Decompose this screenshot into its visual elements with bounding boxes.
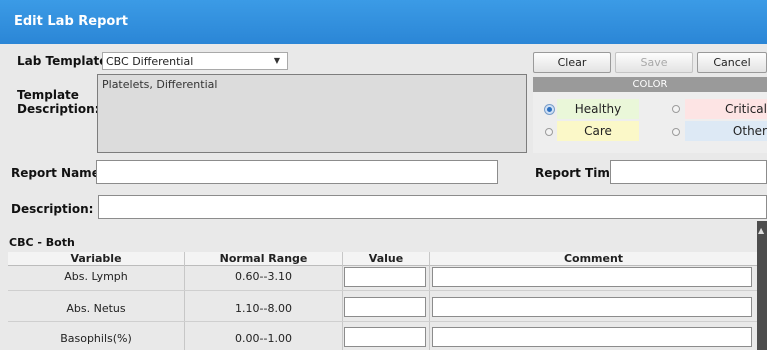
row-comment-input[interactable] bbox=[432, 267, 752, 287]
critical-radio[interactable] bbox=[672, 105, 680, 113]
template-description-label-2: Description: bbox=[17, 102, 100, 116]
report-time-input[interactable] bbox=[610, 160, 767, 184]
row-normal-range: 1.10--8.00 bbox=[235, 302, 292, 315]
row-comment-input[interactable] bbox=[432, 297, 752, 317]
lab-template-select[interactable]: CBC Differential ▼ bbox=[102, 52, 288, 70]
template-description-label-1: Template bbox=[17, 88, 79, 102]
description-label: Description: bbox=[11, 202, 94, 216]
row-variable: Abs. Netus bbox=[66, 302, 126, 315]
row-variable: Abs. Lymph bbox=[64, 270, 128, 283]
row-value-input[interactable] bbox=[344, 297, 426, 317]
row-value-input[interactable] bbox=[344, 267, 426, 287]
healthy-radio[interactable] bbox=[545, 105, 554, 114]
cancel-button[interactable]: Cancel bbox=[697, 52, 767, 73]
column-header-comment: Comment bbox=[430, 252, 757, 266]
care-swatch[interactable]: Care bbox=[557, 121, 639, 141]
template-description-value: Platelets, Differential bbox=[102, 78, 218, 91]
healthy-swatch[interactable]: Healthy bbox=[557, 99, 639, 119]
dialog-title-bar: Edit Lab Report bbox=[0, 0, 767, 44]
other-radio[interactable] bbox=[672, 128, 680, 136]
row-comment-input[interactable] bbox=[432, 327, 752, 347]
color-panel: COLOR Healthy Critical Care Other bbox=[533, 77, 767, 153]
lab-variables-table: Variable Normal Range Value Comment Abs.… bbox=[8, 252, 757, 350]
row-variable: Basophils(%) bbox=[60, 332, 132, 345]
other-swatch[interactable]: Other bbox=[685, 121, 767, 141]
column-header-variable: Variable bbox=[8, 252, 184, 266]
save-button[interactable]: Save bbox=[615, 52, 693, 73]
description-input[interactable] bbox=[98, 195, 767, 219]
report-name-label: Report Name: bbox=[11, 166, 105, 180]
scroll-up-icon[interactable]: ▲ bbox=[758, 226, 764, 235]
row-normal-range: 0.00--1.00 bbox=[235, 332, 292, 345]
section-title: CBC - Both bbox=[9, 236, 75, 249]
column-header-value: Value bbox=[343, 252, 429, 266]
report-name-input[interactable] bbox=[96, 160, 498, 184]
critical-swatch[interactable]: Critical bbox=[685, 99, 767, 119]
care-radio[interactable] bbox=[545, 128, 553, 136]
lab-template-label: Lab Template: bbox=[17, 54, 113, 68]
critical-label: Critical bbox=[725, 102, 767, 116]
chevron-down-icon: ▼ bbox=[273, 56, 280, 65]
dialog-title: Edit Lab Report bbox=[14, 14, 128, 29]
template-description-box[interactable]: Platelets, Differential bbox=[97, 74, 527, 153]
lab-template-value: CBC Differential bbox=[106, 55, 194, 68]
other-label: Other bbox=[732, 124, 767, 138]
color-panel-header: COLOR bbox=[533, 77, 767, 92]
row-normal-range: 0.60--3.10 bbox=[235, 270, 292, 283]
column-header-normal-range: Normal Range bbox=[185, 252, 342, 266]
vertical-scrollbar[interactable]: ▲ bbox=[757, 221, 767, 350]
row-value-input[interactable] bbox=[344, 327, 426, 347]
clear-button[interactable]: Clear bbox=[533, 52, 611, 73]
